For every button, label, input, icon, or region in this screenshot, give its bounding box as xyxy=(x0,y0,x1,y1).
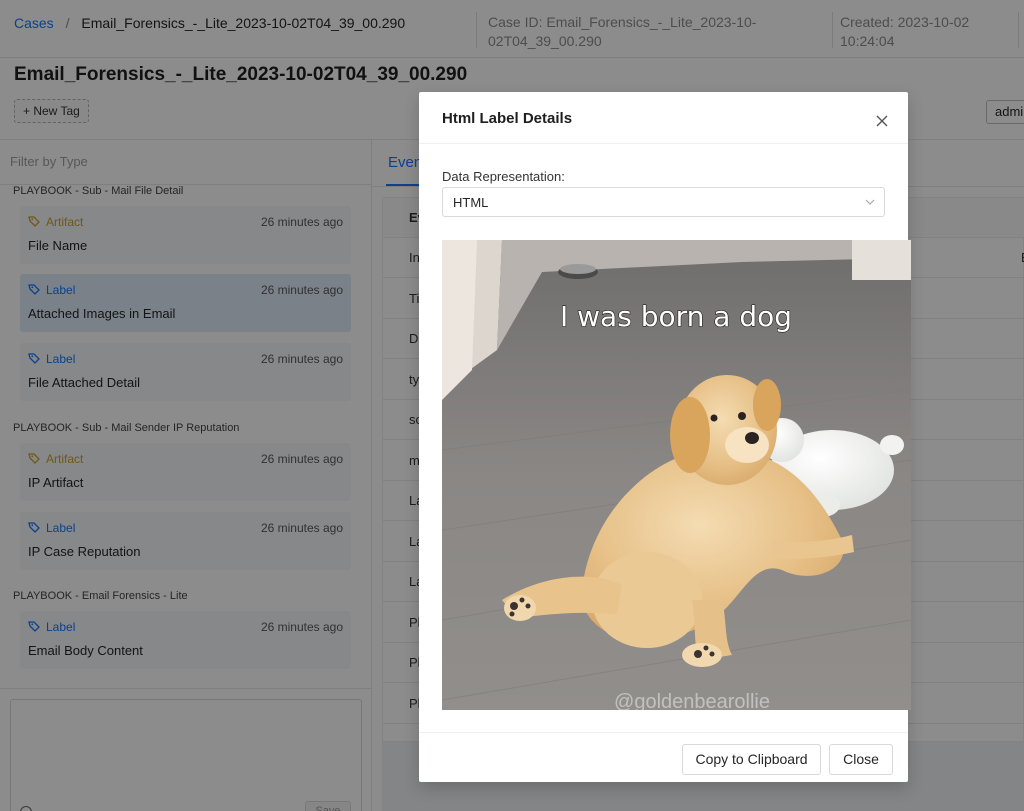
modal-title: Html Label Details xyxy=(442,110,573,127)
data-representation-select[interactable]: HTML xyxy=(442,187,885,217)
data-representation-label: Data Representation: xyxy=(442,169,565,184)
close-icon[interactable] xyxy=(874,113,890,129)
modal-footer: Copy to Clipboard Close xyxy=(419,732,908,782)
html-preview-image: I was born a dog @goldenbearollie xyxy=(442,240,911,710)
dog-meme-image: I was born a dog @goldenbearollie xyxy=(442,240,911,710)
copy-to-clipboard-button[interactable]: Copy to Clipboard xyxy=(682,744,821,775)
chevron-down-icon xyxy=(865,199,875,205)
close-button[interactable]: Close xyxy=(829,744,893,775)
meme-caption: I was born a dog xyxy=(560,300,792,333)
select-value: HTML xyxy=(453,195,489,210)
image-watermark: @goldenbearollie xyxy=(614,691,770,710)
modal-header: Html Label Details xyxy=(419,92,908,144)
html-label-details-modal: Html Label Details Data Representation: … xyxy=(419,92,911,782)
